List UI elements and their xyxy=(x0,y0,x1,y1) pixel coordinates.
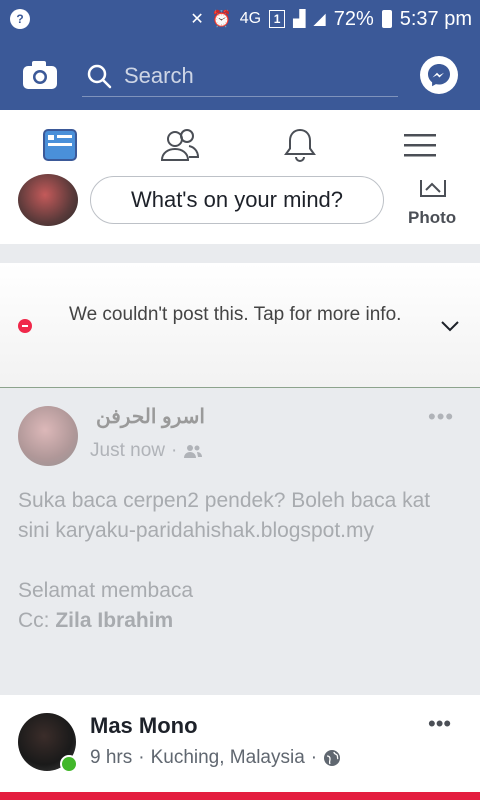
tab-news-feed[interactable] xyxy=(0,110,120,180)
more-options-icon[interactable]: ••• xyxy=(428,711,451,737)
top-bar: Search xyxy=(0,38,480,110)
failed-post: اسرو الحرفن Just now · ••• Suka baca cer… xyxy=(0,388,480,694)
globe-icon xyxy=(324,750,341,766)
separator-dot: · xyxy=(138,747,145,768)
clock: 5:37 pm xyxy=(399,7,472,30)
tab-menu[interactable] xyxy=(360,110,480,180)
tab-friends[interactable] xyxy=(120,110,240,180)
photo-icon[interactable] xyxy=(418,174,448,200)
avatar[interactable] xyxy=(18,174,78,226)
search-input[interactable]: Search xyxy=(124,63,194,89)
search-bar[interactable]: Search xyxy=(82,56,398,97)
news-feed-icon xyxy=(43,129,77,161)
signal-2-icon: ◢ xyxy=(313,11,326,28)
nav-bar xyxy=(0,110,480,180)
battery-icon xyxy=(381,10,392,28)
online-indicator xyxy=(60,755,78,773)
status-prompt[interactable]: What's on your mind? xyxy=(90,176,384,224)
post-text: Suka baca cerpen2 pendek? Boleh baca kat… xyxy=(18,489,431,542)
mute-icon: ✕ xyxy=(190,11,204,28)
cc-name[interactable]: Zila Ibrahim xyxy=(55,609,173,632)
messenger-icon[interactable] xyxy=(420,56,458,94)
friends-icon xyxy=(160,129,200,161)
camera-icon[interactable] xyxy=(22,60,58,90)
battery-percent: 72% xyxy=(333,7,374,30)
post-time[interactable]: 9 hrs xyxy=(90,747,132,769)
more-options-icon[interactable]: ••• xyxy=(428,404,454,430)
tab-notifications[interactable] xyxy=(240,110,360,180)
menu-icon xyxy=(404,134,436,157)
sim-indicator: 1 xyxy=(269,10,286,28)
post-time: Just now xyxy=(90,440,165,461)
search-icon xyxy=(87,64,112,89)
post-meta: 9 hrs · Kuching, Malaysia · xyxy=(90,747,341,769)
signal-icon: ▟ xyxy=(293,11,306,28)
post-body: Suka baca cerpen2 pendek? Boleh baca kat… xyxy=(18,486,458,636)
post-meta: Just now · xyxy=(90,440,203,462)
composer: What's on your mind? Photo xyxy=(0,174,480,244)
photo-button[interactable]: Photo xyxy=(408,208,456,228)
post-text-2: Selamat membaca xyxy=(18,579,194,602)
friends-audience-icon xyxy=(184,445,203,458)
post-cc: Cc: Zila Ibrahim xyxy=(18,606,458,636)
post-location[interactable]: Kuching, Malaysia xyxy=(151,747,305,769)
error-icon xyxy=(18,319,32,333)
post-error-banner[interactable]: We couldn't post this. Tap for more info… xyxy=(0,263,480,388)
network-type: 4G xyxy=(239,10,262,27)
chevron-down-icon[interactable] xyxy=(440,319,460,333)
post-author[interactable]: Mas Mono xyxy=(90,713,198,739)
bottom-edge xyxy=(0,792,480,800)
separator-dot: · xyxy=(170,440,178,461)
notification-icon: ? xyxy=(10,9,30,29)
separator-dot: · xyxy=(310,747,318,768)
status-bar: ? ✕ ⏰ 4G 1 ▟ ◢ 72% 5:37 pm xyxy=(0,0,480,38)
cc-prefix: Cc: xyxy=(18,609,50,632)
post-author[interactable]: اسرو الحرفن xyxy=(96,404,205,429)
alarm-icon: ⏰ xyxy=(211,11,232,28)
feed-post: Mas Mono 9 hrs · Kuching, Malaysia · ••• xyxy=(0,695,480,800)
status-icons: ✕ ⏰ 4G 1 ▟ ◢ 72% 5:37 pm xyxy=(190,8,472,31)
error-message: We couldn't post this. Tap for more info… xyxy=(69,304,402,325)
bell-icon xyxy=(284,128,316,162)
avatar[interactable] xyxy=(18,406,78,466)
